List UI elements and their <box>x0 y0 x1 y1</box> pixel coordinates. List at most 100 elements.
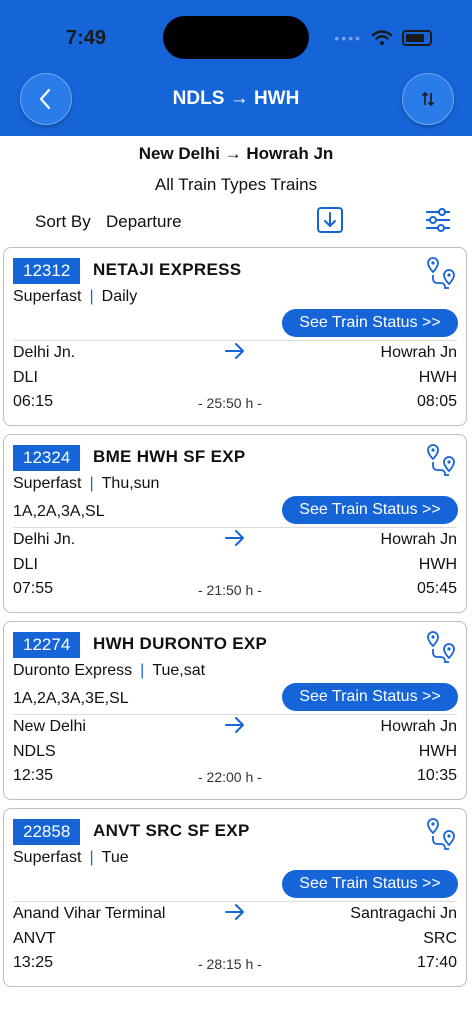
train-types-title: All Train Types Trains <box>154 175 318 194</box>
departure-time: 12:35 <box>13 767 54 784</box>
see-train-status-button[interactable]: See Train Status >> <box>282 683 458 711</box>
route-map-icon[interactable] <box>425 630 457 664</box>
to-station-code: HWH <box>418 743 457 760</box>
train-card[interactable]: 12274 HWH DURONTO EXP Duronto Express | Tu… <box>3 621 467 800</box>
train-number: 12274 <box>13 632 81 658</box>
route-title: New Delhi → Howrah Jn <box>138 144 334 163</box>
station-code-row: DLI HWH <box>13 369 457 387</box>
sliders-icon[interactable] <box>425 208 451 232</box>
train-type-days: Superfast | Thu,sun <box>13 475 159 493</box>
arrival-time: 08:05 <box>416 393 457 410</box>
route-map-icon[interactable] <box>425 443 457 477</box>
station-name-row: Anand Vihar Terminal Santragachi Jn <box>13 904 457 923</box>
separator: | <box>89 475 94 492</box>
train-number: 12312 <box>13 258 81 284</box>
from-station-code: DLI <box>13 556 38 573</box>
app-header: 7:49 •••• NDLS → HWH <box>0 0 472 136</box>
departure-time: 13:25 <box>13 954 54 971</box>
route-map-icon[interactable] <box>425 256 457 290</box>
swap-stations-button[interactable] <box>402 73 454 125</box>
run-days: Tue,sat <box>152 662 206 679</box>
train-classes: 1A,2A,3A,3E,SL <box>13 690 129 707</box>
train-type-days: Superfast | Tue <box>13 849 129 867</box>
train-name: BME HWH SF EXP <box>93 447 246 466</box>
dynamic-island <box>163 16 309 59</box>
to-station-name: Howrah Jn <box>380 344 457 361</box>
station-name-row: Delhi Jn. Howrah Jn <box>13 530 457 549</box>
from-station-code: DLI <box>13 369 38 386</box>
status-icons: •••• <box>334 30 432 46</box>
time-row: 12:35 - 22:00 h - 10:35 <box>13 767 457 785</box>
train-type-days: Superfast | Daily <box>13 288 137 306</box>
arrival-time: 05:45 <box>416 580 457 597</box>
status-time: 7:49 <box>66 27 107 49</box>
train-card[interactable]: 12324 BME HWH SF EXP Superfast | Thu,sun 1… <box>3 434 467 613</box>
time-row: 07:55 - 21:50 h - 05:45 <box>13 580 457 598</box>
from-station-code: ANVT <box>13 930 56 947</box>
station-code-row: DLI HWH <box>13 556 457 574</box>
departure-time: 06:15 <box>13 393 54 410</box>
run-days: Tue <box>101 849 129 866</box>
to-station-code: SRC <box>423 930 457 947</box>
from-station-name: Delhi Jn. <box>13 531 76 548</box>
run-days: Daily <box>101 288 138 305</box>
divider <box>13 340 457 341</box>
see-train-status-button[interactable]: See Train Status >> <box>282 496 458 524</box>
sort-value[interactable]: Departure <box>106 212 182 232</box>
to-station-name: Santragachi Jn <box>350 905 457 922</box>
travel-duration: - 25:50 h - <box>198 395 262 411</box>
station-code-row: NDLS HWH <box>13 743 457 761</box>
arrival-time: 17:40 <box>416 954 457 971</box>
to-station-name: Howrah Jn <box>380 531 457 548</box>
arrow-right-icon <box>225 904 244 920</box>
travel-duration: - 28:15 h - <box>198 956 262 972</box>
departure-time: 07:55 <box>13 580 54 597</box>
battery-icon <box>402 30 432 46</box>
divider <box>13 714 457 715</box>
from-station-name: New Delhi <box>13 718 86 735</box>
see-train-status-button[interactable]: See Train Status >> <box>282 309 458 337</box>
train-type: Duronto Express <box>13 662 133 679</box>
arrow-right-icon <box>225 717 244 733</box>
sort-direction-button[interactable] <box>317 207 343 233</box>
train-type: Superfast <box>13 288 82 305</box>
wifi-icon <box>372 30 392 45</box>
train-type: Superfast <box>13 475 82 492</box>
separator: | <box>89 849 94 866</box>
time-row: 13:25 - 28:15 h - 17:40 <box>13 954 457 972</box>
train-type: Superfast <box>13 849 82 866</box>
train-name: HWH DURONTO EXP <box>93 634 268 653</box>
swap-vertical-icon <box>421 91 435 107</box>
arrow-down-icon <box>324 212 336 227</box>
to-station-code: HWH <box>418 556 457 573</box>
from-station-name: Delhi Jn. <box>13 344 76 361</box>
sort-label: Sort By <box>35 212 91 231</box>
station-name-row: New Delhi Howrah Jn <box>13 717 457 736</box>
train-classes: 1A,2A,3A,SL <box>13 503 105 520</box>
train-type-days: Duronto Express | Tue,sat <box>13 662 205 680</box>
train-name: NETAJI EXPRESS <box>93 260 242 279</box>
train-number: 22858 <box>13 819 81 845</box>
divider <box>13 527 457 528</box>
arrow-right-icon <box>225 530 244 546</box>
to-station-code: HWH <box>418 369 457 386</box>
arrow-right-icon <box>225 343 244 359</box>
see-train-status-button[interactable]: See Train Status >> <box>282 870 458 898</box>
travel-duration: - 22:00 h - <box>198 769 262 785</box>
separator: | <box>140 662 145 679</box>
train-card[interactable]: 12312 NETAJI EXPRESS Superfast | Daily See… <box>3 247 467 426</box>
run-days: Thu,sun <box>101 475 160 492</box>
train-name: ANVT SRC SF EXP <box>93 821 250 840</box>
train-number: 12324 <box>13 445 81 471</box>
from-station-name: Anand Vihar Terminal <box>13 905 166 922</box>
arrival-time: 10:35 <box>416 767 457 784</box>
separator: | <box>89 288 94 305</box>
train-card[interactable]: 22858 ANVT SRC SF EXP Superfast | Tue See … <box>3 808 467 987</box>
station-name-row: Delhi Jn. Howrah Jn <box>13 343 457 362</box>
time-row: 06:15 - 25:50 h - 08:05 <box>13 393 457 411</box>
station-code-row: ANVT SRC <box>13 930 457 948</box>
cellular-icon: •••• <box>334 30 362 46</box>
route-map-icon[interactable] <box>425 817 457 851</box>
travel-duration: - 21:50 h - <box>198 582 262 598</box>
divider <box>13 901 457 902</box>
